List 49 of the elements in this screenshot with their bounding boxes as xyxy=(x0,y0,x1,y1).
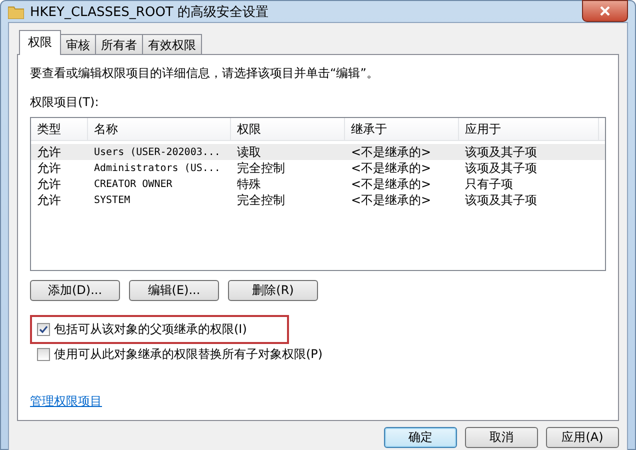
entry-button[interactable]: 删除(R) xyxy=(228,280,318,301)
entry-button[interactable]: 编辑(E)... xyxy=(129,280,219,301)
list-label: 权限项目(T): xyxy=(30,94,100,111)
list-row[interactable]: 允许 Users (USER-202003... 读取 <不是继承的> 该项及其子项 xyxy=(31,144,605,160)
column-header[interactable]: 权限 xyxy=(231,118,345,140)
table-cell-text: 该项及其子项 xyxy=(464,192,538,209)
checkbox[interactable] xyxy=(37,323,50,336)
column-header[interactable]: 应用于 xyxy=(459,118,599,140)
table-cell-text: CREATOR OWNER xyxy=(93,179,174,190)
table-cell-text: 该项及其子项 xyxy=(464,144,538,161)
dialog-button[interactable]: 取消 xyxy=(465,427,538,448)
tab[interactable]: 所有者 xyxy=(95,34,143,54)
list-row[interactable]: 允许 SYSTEM 完全控制 <不是继承的> 该项及其子项 xyxy=(31,192,605,208)
table-cell-text: SYSTEM xyxy=(93,195,132,206)
list-row[interactable]: 允许 Administrators (US... 完全控制 <不是继承的> 该项及其子项 xyxy=(31,160,605,176)
instruction-text: 要查看或编辑权限项目的详细信息，请选择该项目并单击“编辑”。 xyxy=(30,65,380,82)
table-cell-text: 读取 xyxy=(236,144,262,161)
table-cell-text: 允许 xyxy=(36,176,62,193)
folder-icon xyxy=(8,4,24,18)
table-cell-text: 该项及其子项 xyxy=(464,160,538,177)
table-cell-text: 完全控制 xyxy=(236,192,286,209)
tab[interactable]: 审核 xyxy=(60,34,96,54)
tab[interactable]: 有效权限 xyxy=(142,34,202,54)
table-cell-text: <不是继承的> xyxy=(350,176,432,193)
list-row[interactable]: 允许 CREATOR OWNER 特殊 <不是继承的> 只有子项 xyxy=(31,176,605,192)
checkbox-label[interactable]: 使用可从此对象继承的权限替换所有子对象权限(P) xyxy=(54,346,323,363)
table-cell-text: 特殊 xyxy=(236,176,262,193)
column-header[interactable]: 名称 xyxy=(88,118,231,140)
table-cell-text: 完全控制 xyxy=(236,160,286,177)
table-cell-text: 允许 xyxy=(36,192,62,209)
table-cell-text: <不是继承的> xyxy=(350,192,432,209)
table-cell-text: Administrators (US... xyxy=(93,163,222,174)
dialog-button[interactable]: 确定 xyxy=(384,427,457,448)
table-cell-text: 只有子项 xyxy=(464,176,514,193)
checkbox[interactable] xyxy=(37,348,50,361)
window-title: HKEY_CLASSES_ROOT 的高级安全设置 xyxy=(30,4,270,20)
table-cell-text: Users (USER-202003... xyxy=(93,147,222,158)
table-cell-text: 允许 xyxy=(36,144,62,161)
tab[interactable]: 权限 xyxy=(19,30,61,55)
manage-link[interactable]: 管理权限项目 xyxy=(30,393,102,410)
checkbox-label[interactable]: 包括可从该对象的父项继承的权限(I) xyxy=(54,321,247,338)
table-cell-text: <不是继承的> xyxy=(350,144,432,161)
table-cell-text: 允许 xyxy=(36,160,62,177)
entry-button[interactable]: 添加(D)... xyxy=(30,280,120,301)
column-header[interactable]: 类型 xyxy=(31,118,88,140)
column-header[interactable]: 继承于 xyxy=(345,118,459,140)
table-cell-text: <不是继承的> xyxy=(350,160,432,177)
dialog-button[interactable]: 应用(A) xyxy=(546,427,619,448)
close-button[interactable] xyxy=(582,0,628,22)
